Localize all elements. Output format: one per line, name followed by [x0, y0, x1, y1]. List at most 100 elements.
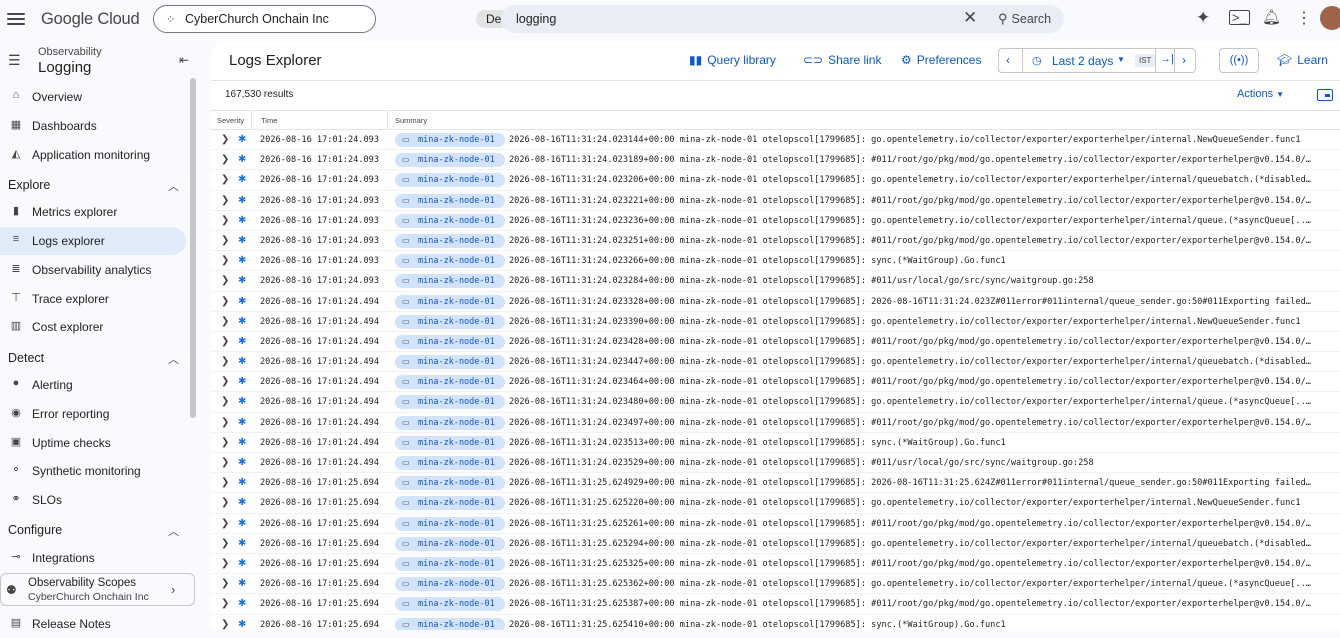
table-row[interactable]: ❯ ✱ 2026-08-16 17:01:25.694 ▭ mina-zk-node-0…: [211, 554, 1340, 575]
table-row[interactable]: ❯ ✱ 2026-08-16 17:01:24.494 ▭ mina-zk-node-0…: [211, 413, 1340, 433]
node-chip[interactable]: ▭ mina-zk-node-01: [395, 556, 505, 571]
table-row[interactable]: ❯ ✱ 2026-08-16 17:01:25.694 ▭ mina-zk-node-0…: [211, 534, 1340, 554]
search-button[interactable]: ⚲ Search: [998, 11, 1051, 27]
expand-chevron-icon[interactable]: ❯: [221, 396, 229, 407]
node-chip[interactable]: ▭ mina-zk-node-01: [395, 193, 505, 208]
node-chip[interactable]: ▭ mina-zk-node-01: [395, 476, 505, 491]
expand-chevron-icon[interactable]: ❯: [221, 619, 229, 630]
column-divider[interactable]: [251, 111, 252, 130]
node-chip[interactable]: ▭ mina-zk-node-01: [395, 375, 505, 390]
notifications-icon[interactable]: 🔔︎: [1262, 8, 1281, 26]
table-row[interactable]: ❯ ✱ 2026-08-16 17:01:24.494 ▭ mina-zk-node-0…: [211, 392, 1340, 413]
preferences-button[interactable]: ⚙ Preferences: [901, 53, 981, 67]
node-chip[interactable]: ▭ mina-zk-node-01: [395, 274, 505, 289]
sidebar-scrollbar[interactable]: [190, 78, 196, 418]
expand-chevron-icon[interactable]: ❯: [221, 215, 229, 226]
section-detect[interactable]: Detect: [8, 351, 44, 365]
avatar[interactable]: [1320, 6, 1340, 30]
expand-chevron-icon[interactable]: ❯: [221, 296, 229, 307]
sidebar-item-integrations[interactable]: ⊸ Integrations: [0, 544, 186, 572]
sidebar-item-release-notes[interactable]: ▤ Release Notes: [0, 610, 186, 638]
search-input[interactable]: logging: [516, 12, 556, 26]
node-chip[interactable]: ▭ mina-zk-node-01: [395, 516, 505, 531]
expand-chevron-icon[interactable]: ❯: [221, 417, 229, 428]
clear-icon[interactable]: ✕: [963, 8, 977, 28]
node-chip[interactable]: ▭ mina-zk-node-01: [395, 597, 505, 612]
table-row[interactable]: ❯ ✱ 2026-08-16 17:01:24.494 ▭ mina-zk-node-0…: [211, 312, 1340, 332]
chevron-up-icon[interactable]: ︿: [168, 178, 179, 194]
query-library-button[interactable]: ▮▮ Query library: [689, 53, 776, 67]
expand-chevron-icon[interactable]: ❯: [221, 518, 229, 529]
column-summary[interactable]: Summary: [395, 116, 427, 125]
node-chip[interactable]: ▭ mina-zk-node-01: [395, 456, 505, 470]
expand-chevron-icon[interactable]: ❯: [221, 558, 229, 569]
sidebar-item-trace-explorer[interactable]: ⊤ Trace explorer: [0, 285, 186, 313]
expand-chevron-icon[interactable]: ❯: [221, 477, 229, 488]
time-back-button[interactable]: ‹: [999, 49, 1023, 72]
table-row[interactable]: ❯ ✱ 2026-08-16 17:01:24.093 ▭ mina-zk-node-0…: [211, 191, 1340, 211]
node-chip[interactable]: ▭ mina-zk-node-01: [395, 577, 505, 592]
expand-chevron-icon[interactable]: ❯: [221, 598, 229, 609]
time-range-value[interactable]: Last 2 days: [1052, 54, 1113, 68]
expand-chevron-icon[interactable]: ❯: [221, 578, 229, 589]
expand-chevron-icon[interactable]: ❯: [221, 255, 229, 266]
expand-chevron-icon[interactable]: ❯: [221, 457, 229, 468]
table-row[interactable]: ❯ ✱ 2026-08-16 17:01:24.093 ▭ mina-zk-node-0…: [211, 251, 1340, 272]
expand-chevron-icon[interactable]: ❯: [221, 134, 229, 145]
expand-chevron-icon[interactable]: ❯: [221, 154, 229, 165]
sidebar-item-cost-explorer[interactable]: ▥ Cost explorer: [0, 313, 186, 341]
sidebar-item-overview[interactable]: ⌂ Overview: [0, 83, 186, 111]
node-chip[interactable]: ▭ mina-zk-node-01: [395, 133, 505, 147]
table-row[interactable]: ❯ ✱ 2026-08-16 17:01:24.093 ▭ mina-zk-node-0…: [211, 170, 1340, 191]
project-picker[interactable]: ⁘ CyberChurch Onchain Inc Dev: [153, 5, 518, 33]
table-row[interactable]: ❯ ✱ 2026-08-16 17:01:24.093 ▭ mina-zk-node-0…: [211, 271, 1340, 292]
table-row[interactable]: ❯ ✱ 2026-08-16 17:01:25.694 ▭ mina-zk-node-0…: [211, 615, 1340, 630]
node-chip[interactable]: ▭ mina-zk-node-01: [395, 435, 505, 450]
expand-chevron-icon[interactable]: ❯: [221, 437, 229, 448]
node-chip[interactable]: ▭ mina-zk-node-01: [395, 536, 505, 551]
node-chip[interactable]: ▭ mina-zk-node-01: [395, 496, 505, 511]
table-row[interactable]: ❯ ✱ 2026-08-16 17:01:25.694 ▭ mina-zk-node-0…: [211, 473, 1340, 494]
expand-chevron-icon[interactable]: ❯: [221, 195, 229, 206]
expand-chevron-icon[interactable]: ❯: [221, 538, 229, 549]
node-chip[interactable]: ▭ mina-zk-node-01: [395, 173, 505, 188]
node-chip[interactable]: ▭ mina-zk-node-01: [395, 213, 505, 228]
node-chip[interactable]: ▭ mina-zk-node-01: [395, 153, 505, 168]
column-divider[interactable]: [387, 111, 388, 130]
table-row[interactable]: ❯ ✱ 2026-08-16 17:01:24.093 ▭ mina-zk-node-0…: [211, 150, 1340, 171]
actions-button[interactable]: Actions ▼: [1237, 88, 1284, 100]
sidebar-item-logs-explorer[interactable]: ≡ Logs explorer: [0, 227, 186, 255]
column-severity[interactable]: Severity: [217, 116, 244, 125]
expand-chevron-icon[interactable]: ❯: [221, 235, 229, 246]
table-row[interactable]: ❯ ✱ 2026-08-16 17:01:24.093 ▭ mina-zk-node-0…: [211, 211, 1340, 231]
view-toggle-icon[interactable]: [1317, 89, 1333, 101]
node-chip[interactable]: ▭ mina-zk-node-01: [395, 294, 505, 309]
table-row[interactable]: ❯ ✱ 2026-08-16 17:01:25.694 ▭ mina-zk-node-0…: [211, 514, 1340, 534]
section-configure[interactable]: Configure: [8, 523, 62, 537]
sidebar-item-synthetic-monitoring[interactable]: ⚬ Synthetic monitoring: [0, 457, 186, 485]
jump-to-now-button[interactable]: →|: [1155, 49, 1175, 72]
cloud-shell-icon[interactable]: >_: [1229, 10, 1250, 25]
search-bar[interactable]: logging ✕ ⚲ Search: [501, 5, 1064, 33]
expand-chevron-icon[interactable]: ❯: [221, 275, 229, 286]
column-time[interactable]: Time: [261, 116, 277, 125]
table-row[interactable]: ❯ ✱ 2026-08-16 17:01:25.694 ▭ mina-zk-node-0…: [211, 574, 1340, 595]
node-chip[interactable]: ▭ mina-zk-node-01: [395, 617, 505, 630]
learn-button[interactable]: 🎓︎ Learn: [1277, 53, 1328, 67]
expand-chevron-icon[interactable]: ❯: [221, 174, 229, 185]
chevron-up-icon[interactable]: ︿: [168, 523, 179, 539]
share-link-button[interactable]: ⊂⊃ Share link: [803, 53, 881, 67]
table-row[interactable]: ❯ ✱ 2026-08-16 17:01:25.694 ▭ mina-zk-node-0…: [211, 594, 1340, 615]
table-row[interactable]: ❯ ✱ 2026-08-16 17:01:24.093 ▭ mina-zk-node-0…: [211, 130, 1340, 151]
stream-logs-button[interactable]: ((•)): [1219, 48, 1259, 73]
table-row[interactable]: ❯ ✱ 2026-08-16 17:01:24.494 ▭ mina-zk-node-0…: [211, 352, 1340, 373]
table-row[interactable]: ❯ ✱ 2026-08-16 17:01:25.694 ▭ mina-zk-node-0…: [211, 493, 1340, 514]
sidebar-item-uptime-checks[interactable]: ▣ Uptime checks: [0, 429, 186, 457]
node-chip[interactable]: ▭ mina-zk-node-01: [395, 334, 505, 349]
node-chip[interactable]: ▭ mina-zk-node-01: [395, 314, 505, 329]
observability-scopes[interactable]: ⚉ Observability Scopes CyberChurch Oncha…: [0, 573, 195, 606]
sidebar-item-observability-analytics[interactable]: ≣ Observability analytics: [0, 256, 186, 284]
sidebar-item-alerting[interactable]: ● Alerting: [0, 371, 186, 399]
more-vert-icon[interactable]: ⋮: [1296, 8, 1312, 28]
table-row[interactable]: ❯ ✱ 2026-08-16 17:01:24.494 ▭ mina-zk-node-0…: [211, 292, 1340, 312]
